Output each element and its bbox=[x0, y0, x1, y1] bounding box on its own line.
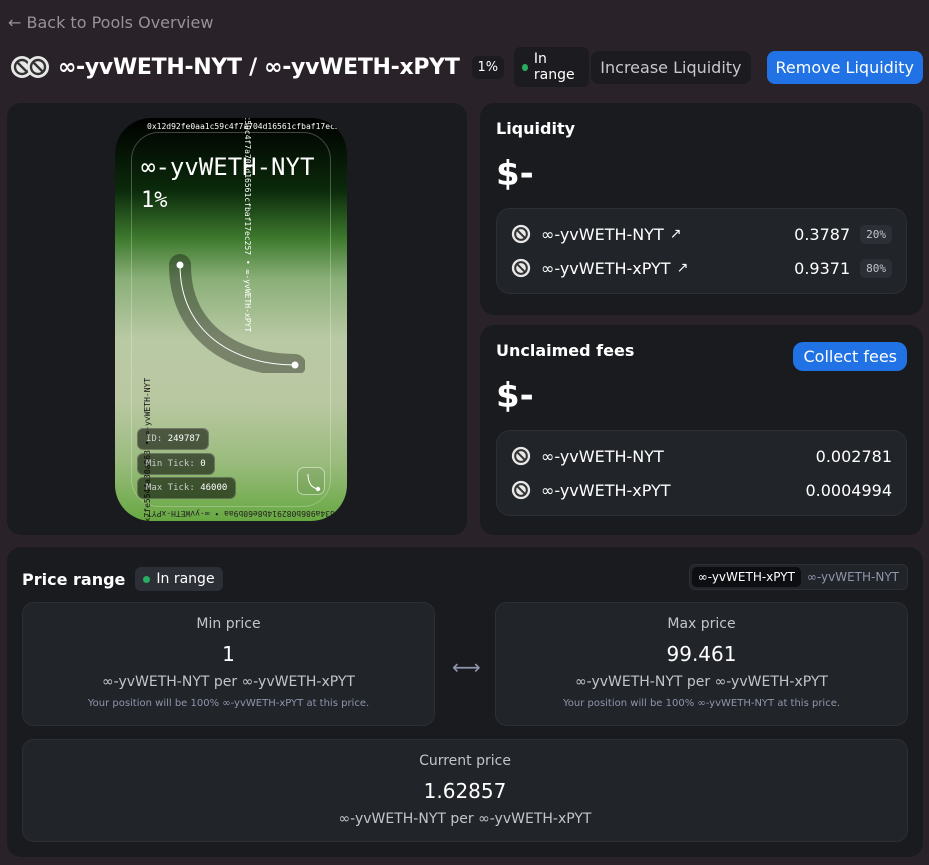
external-link-icon[interactable]: ↗ bbox=[677, 260, 689, 276]
token-name: ∞-yvWETH-NYT bbox=[541, 446, 664, 466]
external-link-icon[interactable]: ↗ bbox=[670, 226, 682, 242]
in-range-badge: In range bbox=[514, 47, 590, 87]
price-range-card: Price range In range ∞-yvWETH-xPYT ∞-yvW… bbox=[7, 547, 923, 857]
token-name[interactable]: ∞-yvWETH-xPYT bbox=[541, 259, 671, 278]
nft-min-tick-key: Min Tick: bbox=[146, 459, 195, 469]
liquidity-token-list: ∞-yvWETH-NYT ↗ 0.3787 20% ∞-yvWETH-xPYT … bbox=[496, 208, 907, 294]
pool-title: ∞-yvWETH-NYT / ∞-yvWETH-xPYT bbox=[58, 54, 460, 80]
token-ban-icon bbox=[511, 224, 531, 244]
nft-id-value: 249787 bbox=[167, 434, 201, 444]
in-range-label: In range bbox=[533, 51, 575, 83]
nft-id-key: ID: bbox=[146, 434, 163, 444]
back-to-pools-link[interactable]: ← Back to Pools Overview bbox=[8, 13, 213, 32]
liquidity-token-row: ∞-yvWETH-NYT ↗ 0.3787 20% bbox=[511, 217, 892, 251]
current-price-label: Current price bbox=[419, 753, 511, 769]
nft-min-tick-value: 0 bbox=[200, 459, 206, 469]
position-nft-image[interactable]: 0x12d92fe0aa1c59c4f7a704d16561cfbaf17ec2… bbox=[115, 118, 347, 521]
nft-token-name: ∞-yvWETH-NYT bbox=[141, 153, 315, 181]
status-dot-icon bbox=[143, 575, 151, 583]
position-nft-card: 0x12d92fe0aa1c59c4f7a704d16561cfbaf17ec2… bbox=[7, 103, 467, 535]
liquidity-token-row: ∞-yvWETH-xPYT ↗ 0.9371 80% bbox=[511, 251, 892, 285]
collect-fees-button[interactable]: Collect fees bbox=[793, 342, 907, 371]
min-price-label: Min price bbox=[196, 616, 261, 632]
current-price-unit: ∞-yvWETH-NYT per ∞-yvWETH-xPYT bbox=[338, 811, 592, 827]
min-price-unit: ∞-yvWETH-NYT per ∞-yvWETH-xPYT bbox=[102, 674, 355, 690]
token-ban-icon bbox=[511, 480, 531, 500]
max-price-unit: ∞-yvWETH-NYT per ∞-yvWETH-xPYT bbox=[575, 674, 828, 690]
liquidity-value: $- bbox=[496, 154, 534, 194]
liquidity-title: Liquidity bbox=[496, 119, 576, 138]
nft-fee-tier: 1% bbox=[141, 188, 168, 213]
in-range-label: In range bbox=[156, 571, 215, 587]
in-range-badge: In range bbox=[135, 567, 223, 591]
max-price-value: 99.461 bbox=[666, 642, 737, 666]
token-name: ∞-yvWETH-xPYT bbox=[541, 480, 671, 500]
nft-range-curve bbox=[169, 254, 305, 373]
liquidity-card: Liquidity $- ∞-yvWETH-NYT ↗ 0.3787 20% ∞… bbox=[480, 103, 923, 315]
increase-liquidity-button[interactable]: Increase Liquidity bbox=[591, 50, 751, 84]
min-price-note: Your position will be 100% ∞-yvWETH-xPYT… bbox=[87, 698, 370, 709]
back-link-label: ← Back to Pools Overview bbox=[8, 13, 214, 32]
unclaimed-fees-value: $- bbox=[496, 376, 534, 416]
price-denomination-toggle: ∞-yvWETH-xPYT ∞-yvWETH-NYT bbox=[688, 564, 908, 590]
remove-liquidity-button[interactable]: Remove Liquidity bbox=[766, 50, 923, 84]
token-amount: 0.0004994 bbox=[805, 480, 892, 500]
nft-edge-text-bottom: 0x7fe5544a30a0634a986b082914b8e60b9aa • … bbox=[147, 509, 347, 518]
current-price-box: Current price 1.62857 ∞-yvWETH-NYT per ∞… bbox=[22, 739, 908, 842]
nft-min-tick-pill: Min Tick: 0 bbox=[137, 453, 215, 475]
min-price-box: Min price 1 ∞-yvWETH-NYT per ∞-yvWETH-xP… bbox=[22, 602, 435, 726]
min-price-value: 1 bbox=[222, 642, 235, 666]
fees-token-row: ∞-yvWETH-xPYT 0.0004994 bbox=[511, 473, 892, 507]
max-price-note: Your position will be 100% ∞-yvWETH-NYT … bbox=[562, 698, 841, 709]
swap-arrows-icon: ⟷ bbox=[452, 655, 481, 679]
token-share-badge: 80% bbox=[860, 258, 892, 278]
max-price-label: Max price bbox=[667, 616, 736, 632]
token-amount: 0.3787 bbox=[794, 224, 851, 244]
max-price-box: Max price 99.461 ∞-yvWETH-NYT per ∞-yvWE… bbox=[495, 602, 908, 726]
nft-max-tick-key: Max Tick: bbox=[146, 483, 195, 493]
price-range-title: Price range bbox=[22, 569, 126, 589]
toggle-option-nyt[interactable]: ∞-yvWETH-NYT bbox=[801, 567, 905, 587]
token-amount: 0.9371 bbox=[794, 258, 851, 278]
token-amount: 0.002781 bbox=[815, 446, 892, 466]
nft-max-tick-pill: Max Tick: 46000 bbox=[137, 477, 237, 499]
nft-max-tick-value: 46000 bbox=[200, 483, 228, 493]
token-share-badge: 20% bbox=[860, 224, 892, 244]
token-pair-icons bbox=[10, 55, 50, 79]
position-header: ∞-yvWETH-NYT / ∞-yvWETH-xPYT 1% In range… bbox=[10, 47, 923, 87]
status-dot-icon bbox=[522, 63, 528, 71]
fees-token-row: ∞-yvWETH-NYT 0.002781 bbox=[511, 439, 892, 473]
nft-mini-curve-icon bbox=[297, 467, 325, 495]
fees-token-list: ∞-yvWETH-NYT 0.002781 ∞-yvWETH-xPYT 0.00… bbox=[496, 430, 907, 516]
token-ban-icon bbox=[27, 56, 49, 78]
current-price-value: 1.62857 bbox=[423, 779, 507, 803]
fee-tier-badge: 1% bbox=[471, 55, 505, 79]
toggle-option-xpyt[interactable]: ∞-yvWETH-xPYT bbox=[691, 567, 801, 587]
token-ban-icon bbox=[511, 446, 531, 466]
unclaimed-fees-card: Unclaimed fees Collect fees $- ∞-yvWETH-… bbox=[480, 325, 923, 535]
price-range-header: Price range In range bbox=[22, 567, 223, 591]
token-ban-icon bbox=[511, 258, 531, 278]
token-name[interactable]: ∞-yvWETH-NYT bbox=[541, 225, 664, 244]
nft-id-pill: ID: 249787 bbox=[137, 428, 210, 450]
